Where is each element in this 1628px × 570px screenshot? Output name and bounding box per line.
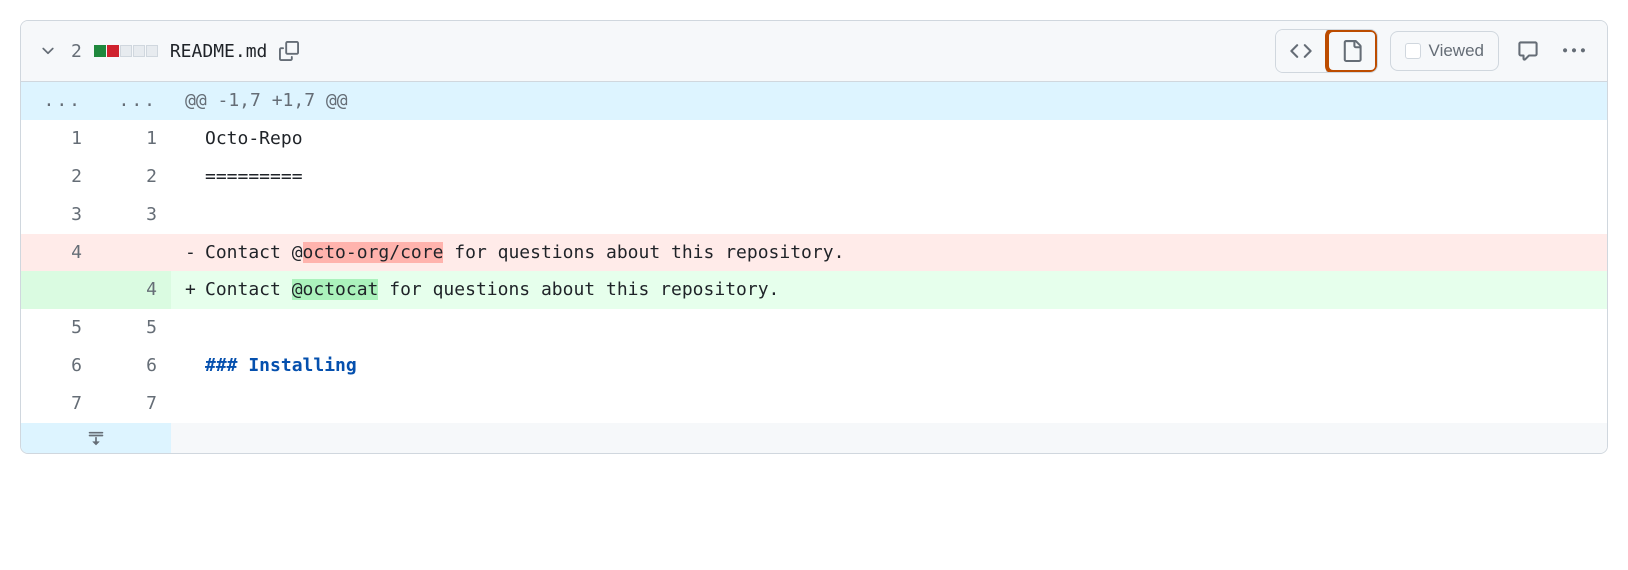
view-toggle-group — [1275, 29, 1378, 73]
expand-down-icon[interactable] — [21, 423, 171, 453]
source-view-button[interactable] — [1276, 30, 1327, 72]
line-content: +Contact @octocat for questions about th… — [171, 271, 1607, 309]
diffstat-added — [94, 45, 106, 57]
line-number-new[interactable]: 3 — [96, 196, 171, 234]
line-number-old[interactable] — [21, 271, 96, 309]
line-number-new[interactable] — [96, 234, 171, 272]
line-number-old[interactable]: 1 — [21, 120, 96, 158]
line-number-new[interactable]: 6 — [96, 347, 171, 385]
copy-icon[interactable] — [279, 41, 299, 61]
diff-line: 6 6 ### Installing — [21, 347, 1607, 385]
line-number-old[interactable]: 4 — [21, 234, 96, 272]
line-content — [171, 385, 1607, 423]
diff-line: 2 2 ========= — [21, 158, 1607, 196]
diff-line: 1 1 Octo-Repo — [21, 120, 1607, 158]
line-number-old[interactable]: 2 — [21, 158, 96, 196]
line-number-new[interactable]: 4 — [96, 271, 171, 309]
diffstat-neutral — [146, 45, 158, 57]
hunk-header-row: ... ... @@ -1,7 +1,7 @@ — [21, 82, 1607, 120]
viewed-button[interactable]: Viewed — [1390, 31, 1499, 71]
change-count: 2 — [71, 41, 82, 62]
diffstat-neutral — [133, 45, 145, 57]
line-number-old[interactable]: 6 — [21, 347, 96, 385]
file-name[interactable]: README.md — [170, 41, 268, 62]
chevron-down-icon[interactable] — [37, 40, 59, 62]
diff-body: ... ... @@ -1,7 +1,7 @@ 1 1 Octo-Repo 2 … — [21, 82, 1607, 453]
diff-header-right: Viewed — [1275, 29, 1591, 73]
line-content: -Contact @octo-org/core for questions ab… — [171, 234, 1607, 272]
diffstat — [94, 45, 158, 57]
diff-header: 2 README.md — [21, 21, 1607, 82]
line-content — [171, 196, 1607, 234]
diff-header-left: 2 README.md — [37, 40, 299, 62]
line-number-old[interactable]: 3 — [21, 196, 96, 234]
line-number-new[interactable]: 5 — [96, 309, 171, 347]
expand-row — [21, 423, 1607, 453]
line-number-new[interactable]: 1 — [96, 120, 171, 158]
diff-line-addition: 4 +Contact @octocat for questions about … — [21, 271, 1607, 309]
line-content: ### Installing — [171, 347, 1607, 385]
line-content: ========= — [171, 158, 1607, 196]
diff-line: 5 5 — [21, 309, 1607, 347]
line-number-new[interactable]: ... — [96, 82, 171, 120]
diff-line-deletion: 4 -Contact @octo-org/core for questions … — [21, 234, 1607, 272]
line-number-old[interactable]: 7 — [21, 385, 96, 423]
diffstat-neutral — [120, 45, 132, 57]
diff-container: 2 README.md — [20, 20, 1608, 454]
line-content: Octo-Repo — [171, 120, 1607, 158]
line-content — [171, 309, 1607, 347]
expand-blank — [171, 423, 1607, 453]
viewed-label: Viewed — [1429, 41, 1484, 61]
hunk-header: @@ -1,7 +1,7 @@ — [171, 82, 1607, 120]
viewed-checkbox[interactable] — [1405, 43, 1421, 59]
diffstat-removed — [107, 45, 119, 57]
line-number-old[interactable]: 5 — [21, 309, 96, 347]
rendered-view-button[interactable] — [1327, 30, 1377, 72]
line-number-old[interactable]: ... — [21, 82, 96, 120]
line-number-new[interactable]: 2 — [96, 158, 171, 196]
diff-line: 7 7 — [21, 385, 1607, 423]
diff-line: 3 3 — [21, 196, 1607, 234]
kebab-icon[interactable] — [1557, 34, 1591, 68]
line-number-new[interactable]: 7 — [96, 385, 171, 423]
comment-icon[interactable] — [1511, 34, 1545, 68]
